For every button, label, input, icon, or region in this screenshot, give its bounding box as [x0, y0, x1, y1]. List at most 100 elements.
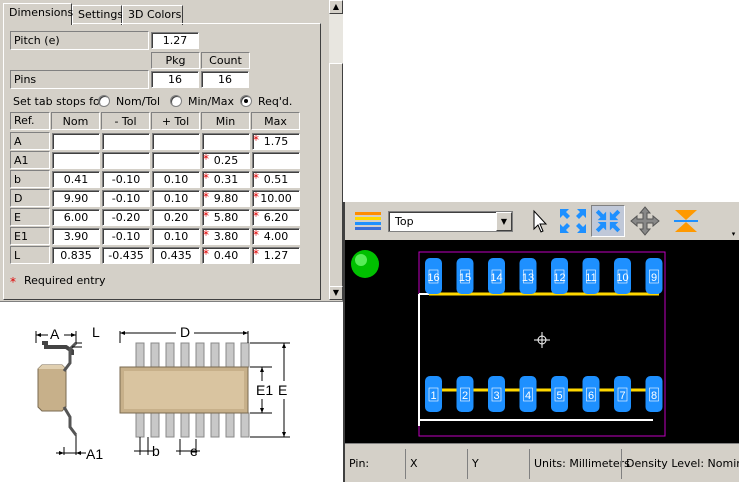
zoom-fit-icon[interactable] [591, 205, 625, 237]
lead-top [210, 342, 220, 368]
table-min-input[interactable]: 5.80 [202, 209, 250, 226]
table-mtol-input[interactable]: -0.10 [102, 190, 150, 207]
table-mtol-input[interactable] [102, 133, 150, 150]
table-ptol-input[interactable]: 0.10 [152, 228, 200, 245]
vertical-scrollbar[interactable]: ▲ ▼ [329, 0, 343, 300]
table-ref-cell: A1 [10, 151, 50, 169]
table-ref-cell: E [10, 208, 50, 226]
table-min-input[interactable] [202, 133, 250, 150]
table-header: Nom [62, 115, 89, 128]
table-nom-input[interactable] [52, 133, 100, 150]
lead-bottom [150, 412, 160, 438]
layer-select[interactable]: Top ▼ [388, 211, 513, 232]
table-ptol-input[interactable]: 0.10 [152, 190, 200, 207]
required-asterisk-icon: * [10, 275, 16, 289]
table-header: Min [215, 115, 236, 128]
table-ptol-input[interactable]: 0.10 [152, 171, 200, 188]
table-min-input[interactable]: 0.25 [202, 152, 250, 169]
table-nom-input[interactable]: 9.90 [52, 190, 100, 207]
lead-top [135, 342, 145, 368]
pad-number: 12 [553, 272, 565, 284]
pad-number: 16 [427, 272, 439, 284]
viewer-toolbar: Top ▼ ▾ [345, 202, 739, 240]
table-min-input[interactable]: 0.31 [202, 171, 250, 188]
pad-number: 8 [651, 390, 657, 402]
pan-icon[interactable] [628, 205, 662, 237]
dim-label-e: e [190, 443, 198, 459]
table-max-input[interactable]: 1.75 [252, 133, 300, 150]
table-header-cell: Min [201, 112, 250, 130]
required-asterisk-icon: * [253, 209, 259, 223]
table-nom-input[interactable] [52, 152, 100, 169]
table-mtol-input[interactable]: -0.10 [102, 228, 150, 245]
table-nom-input[interactable]: 6.00 [52, 209, 100, 226]
radio-min-max-label: Min/Max [188, 95, 234, 108]
lead-bottom [210, 412, 220, 438]
pitch-input[interactable]: 1.27 [151, 32, 199, 49]
pad-number: 1 [430, 390, 436, 402]
scroll-down-icon[interactable]: ▼ [329, 286, 343, 300]
radio-min-max[interactable] [170, 95, 182, 107]
table-max-input[interactable]: 10.00 [252, 190, 300, 207]
table-mtol-input[interactable]: -0.20 [102, 209, 150, 226]
pad-number: 14 [490, 272, 502, 284]
table-min-input[interactable]: 3.80 [202, 228, 250, 245]
table-ptol-input[interactable] [152, 133, 200, 150]
scroll-up-icon[interactable]: ▲ [329, 0, 343, 14]
pins-label: Pins [14, 73, 37, 86]
table-ptol-input[interactable]: 0.20 [152, 209, 200, 226]
table-max-input[interactable]: 4.00 [252, 228, 300, 245]
table-nom-input[interactable]: 0.835 [52, 247, 100, 264]
footprint-canvas[interactable]: 16 15 14 13 12 11 10 9 1 2 3 4 5 6 7 8 [345, 240, 739, 443]
table-nom-input[interactable]: 0.41 [52, 171, 100, 188]
tab-settings[interactable]: Settings [72, 5, 123, 25]
pointer-icon[interactable] [522, 205, 556, 237]
table-ref-cell: E1 [10, 227, 50, 245]
required-asterisk-icon: * [253, 133, 259, 147]
flip-icon[interactable] [669, 205, 703, 237]
zoom-extents-icon[interactable] [556, 205, 590, 237]
dim-label-A: A [50, 326, 60, 342]
table-max-input[interactable]: 6.20 [252, 209, 300, 226]
pins-pkg-input[interactable]: 16 [151, 71, 199, 88]
side-view [35, 331, 86, 455]
table-header: - Tol [114, 115, 137, 128]
dim-label-E1: E1 [256, 382, 273, 398]
lead-bottom [240, 412, 250, 438]
table-min-input[interactable]: 9.80 [202, 190, 250, 207]
tab-3d-colors[interactable]: 3D Colors [122, 5, 183, 25]
tab-dimensions[interactable]: Dimensions [3, 3, 73, 25]
table-ptol-input[interactable]: 0.435 [152, 247, 200, 264]
table-mtol-input[interactable]: -0.10 [102, 171, 150, 188]
pad-number: 5 [556, 390, 562, 402]
chevron-down-icon[interactable]: ▼ [496, 212, 512, 231]
table-mtol-input[interactable] [102, 152, 150, 169]
table-mtol-input[interactable]: -0.435 [102, 247, 150, 264]
table-max-input[interactable]: 0.51 [252, 171, 300, 188]
required-asterisk-icon: * [203, 171, 209, 185]
required-asterisk-icon: * [203, 247, 209, 261]
table-header-cell: Nom [51, 112, 100, 130]
required-asterisk-icon: * [253, 190, 259, 204]
lead-bottom [195, 412, 205, 438]
table-header-cell: Max [251, 112, 300, 130]
dimensions-panel: Dimensions Settings 3D Colors Pitch (e) … [0, 0, 343, 302]
pad-number: 11 [585, 272, 596, 284]
table-ref-label: A1 [14, 154, 29, 167]
table-min-input[interactable]: 0.40 [202, 247, 250, 264]
table-ref-label: A [14, 135, 22, 148]
table-max-input[interactable] [252, 152, 300, 169]
required-asterisk-icon: * [203, 152, 209, 166]
table-header: Max [264, 115, 287, 128]
required-asterisk-icon: * [203, 190, 209, 204]
radio-nom-tol[interactable] [98, 95, 110, 107]
toolbar-overflow-icon[interactable]: ▾ [729, 230, 738, 239]
table-ptol-input[interactable] [152, 152, 200, 169]
table-max-input[interactable]: 1.27 [252, 247, 300, 264]
scroll-thumb[interactable] [329, 63, 343, 287]
table-nom-input[interactable]: 3.90 [52, 228, 100, 245]
radio-reqd-label: Req'd. [258, 95, 293, 108]
radio-reqd[interactable] [240, 95, 252, 107]
layers-icon[interactable] [351, 205, 385, 237]
pins-count-input[interactable]: 16 [201, 71, 249, 88]
